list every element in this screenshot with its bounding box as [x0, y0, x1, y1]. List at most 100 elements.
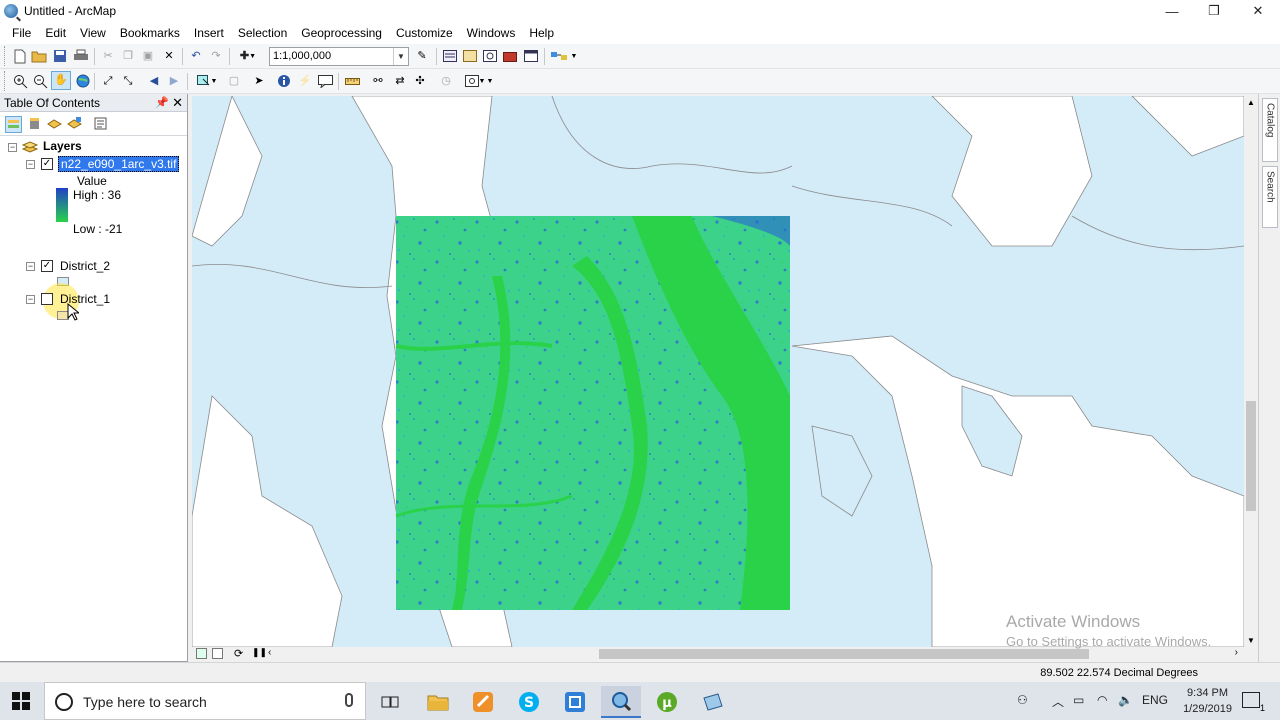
- clear-selection-icon[interactable]: ▢: [226, 73, 242, 89]
- vertical-scroll-thumb[interactable]: [1246, 401, 1256, 511]
- maximize-button[interactable]: ❐: [1192, 0, 1236, 22]
- horizontal-scroll-thumb[interactable]: [599, 649, 1089, 659]
- list-by-source-icon[interactable]: [27, 116, 44, 133]
- catalog-dock-tab[interactable]: Catalog: [1262, 98, 1278, 162]
- taskbar-search-box[interactable]: Type here to search: [44, 682, 366, 720]
- scroll-down-arrow-icon[interactable]: ▼: [1247, 636, 1255, 645]
- arccatalog-icon[interactable]: [693, 686, 733, 718]
- volume-icon[interactable]: 🔈: [1118, 693, 1133, 707]
- data-view-button[interactable]: [196, 648, 207, 659]
- pan-hand-icon[interactable]: ✋: [51, 71, 71, 90]
- full-extent-globe-icon[interactable]: [75, 73, 91, 89]
- zoom-out-icon[interactable]: [32, 73, 48, 89]
- time-slider-icon[interactable]: ◷: [438, 73, 454, 89]
- menu-bookmarks[interactable]: Bookmarks: [113, 22, 187, 44]
- map-canvas[interactable]: [192, 96, 1244, 647]
- auto-hide-pin-icon[interactable]: 📌: [155, 96, 169, 109]
- search-dock-tab[interactable]: Search: [1262, 166, 1278, 228]
- go-to-xy-icon[interactable]: ✣: [412, 73, 428, 89]
- file-explorer-icon[interactable]: [418, 686, 458, 718]
- add-data-icon[interactable]: ✚ ▼: [235, 48, 261, 64]
- snipping-tool-icon[interactable]: [555, 686, 595, 718]
- list-by-visibility-icon[interactable]: [47, 116, 64, 133]
- toolbar-grip[interactable]: [4, 46, 7, 66]
- select-elements-arrow-icon[interactable]: ➤: [251, 73, 267, 89]
- district2-layer-name[interactable]: District_2: [60, 259, 110, 273]
- map-vertical-scrollbar[interactable]: ▲ ▼: [1244, 96, 1258, 647]
- raster-layer-visibility-checkbox[interactable]: ✓: [41, 158, 53, 170]
- layout-view-button[interactable]: [212, 648, 223, 659]
- district1-visibility-checkbox[interactable]: [41, 293, 53, 305]
- start-windows-icon[interactable]: [12, 692, 30, 713]
- table-of-contents-window-icon[interactable]: [442, 48, 458, 64]
- catalog-window-icon[interactable]: [462, 48, 478, 64]
- new-document-icon[interactable]: [12, 48, 28, 64]
- scroll-right-arrow-icon[interactable]: ›: [1235, 647, 1238, 658]
- input-language[interactable]: ENG: [1142, 693, 1168, 707]
- skype-icon[interactable]: S: [509, 686, 549, 718]
- scroll-up-arrow-icon[interactable]: ▲: [1247, 98, 1255, 107]
- zoom-in-icon[interactable]: [12, 73, 28, 89]
- find-route-icon[interactable]: ⇄: [392, 73, 408, 89]
- raster-layer-name[interactable]: n22_e090_1arc_v3.tif: [58, 156, 180, 172]
- menu-customize[interactable]: Customize: [389, 22, 460, 44]
- task-view-icon[interactable]: [370, 686, 410, 718]
- fixed-zoom-in-icon[interactable]: ⤢: [100, 73, 116, 89]
- pause-drawing-icon[interactable]: ❚❚: [252, 647, 267, 658]
- go-back-extent-icon[interactable]: ◀: [146, 73, 162, 89]
- model-builder-icon[interactable]: [551, 48, 567, 64]
- print-icon[interactable]: [73, 48, 89, 64]
- scroll-left-arrow-icon[interactable]: ‹: [268, 647, 271, 658]
- people-icon[interactable]: ⚇: [1017, 693, 1028, 707]
- menu-selection[interactable]: Selection: [231, 22, 294, 44]
- menu-geoprocessing[interactable]: Geoprocessing: [294, 22, 389, 44]
- toolbar-options-chevron-icon[interactable]: ▼: [486, 73, 494, 89]
- open-folder-icon[interactable]: [31, 48, 47, 64]
- menu-insert[interactable]: Insert: [187, 22, 231, 44]
- microphone-icon[interactable]: [345, 693, 353, 707]
- layers-dataframe-label[interactable]: Layers: [43, 139, 82, 153]
- map-scale-combobox[interactable]: 1:1,000,000 ▼: [269, 47, 409, 66]
- identify-icon[interactable]: [276, 73, 292, 89]
- arcmap-taskbar-icon[interactable]: [601, 686, 641, 718]
- toc-close-icon[interactable]: ✕: [172, 95, 183, 111]
- raster-layer-collapse-toggle[interactable]: −: [26, 160, 35, 169]
- close-window-button[interactable]: ✕: [1236, 0, 1280, 22]
- utorrent-icon[interactable]: µ: [647, 686, 687, 718]
- battery-icon[interactable]: ▭: [1073, 693, 1084, 707]
- redo-icon[interactable]: ↷: [208, 48, 224, 64]
- district2-collapse-toggle[interactable]: −: [26, 262, 35, 271]
- editor-toolbar-icon[interactable]: ✎: [414, 48, 430, 64]
- menu-edit[interactable]: Edit: [38, 22, 73, 44]
- find-binoculars-icon[interactable]: ⚯: [370, 73, 386, 89]
- map-display[interactable]: [192, 96, 1244, 647]
- search-window-icon[interactable]: [482, 48, 498, 64]
- copy-icon[interactable]: ❐: [120, 48, 136, 64]
- go-forward-extent-icon[interactable]: ▶: [166, 73, 182, 89]
- list-by-drawing-order-icon[interactable]: [5, 116, 22, 133]
- scale-dropdown-arrow-icon[interactable]: ▼: [393, 48, 408, 65]
- arctoolbox-icon[interactable]: [502, 48, 518, 64]
- district2-visibility-checkbox[interactable]: ✓: [41, 260, 53, 272]
- toolbar-options-chevron-icon[interactable]: ▼: [570, 48, 578, 64]
- measure-icon[interactable]: [344, 73, 360, 89]
- cut-icon[interactable]: ✂: [100, 48, 116, 64]
- save-icon[interactable]: [52, 48, 68, 64]
- refresh-view-icon[interactable]: ⟳: [234, 647, 243, 660]
- tool-app-icon[interactable]: [463, 686, 503, 718]
- wifi-icon[interactable]: ◠: [1097, 693, 1107, 707]
- delete-icon[interactable]: ✕: [161, 48, 177, 64]
- district1-collapse-toggle[interactable]: −: [26, 295, 35, 304]
- list-by-selection-icon[interactable]: [67, 116, 84, 133]
- html-popup-icon[interactable]: [317, 73, 333, 89]
- menu-help[interactable]: Help: [522, 22, 561, 44]
- undo-icon[interactable]: ↶: [188, 48, 204, 64]
- system-clock[interactable]: 9:34 PM 1/29/2019: [1183, 685, 1232, 717]
- menu-file[interactable]: File: [5, 22, 38, 44]
- create-viewer-window-icon[interactable]: ▼: [464, 73, 486, 89]
- toolbar-grip[interactable]: [4, 71, 7, 91]
- python-window-icon[interactable]: [523, 48, 539, 64]
- show-hidden-icons-chevron[interactable]: ︿: [1052, 693, 1064, 710]
- action-center-icon[interactable]: 1: [1242, 692, 1265, 713]
- paste-icon[interactable]: ▣: [140, 48, 156, 64]
